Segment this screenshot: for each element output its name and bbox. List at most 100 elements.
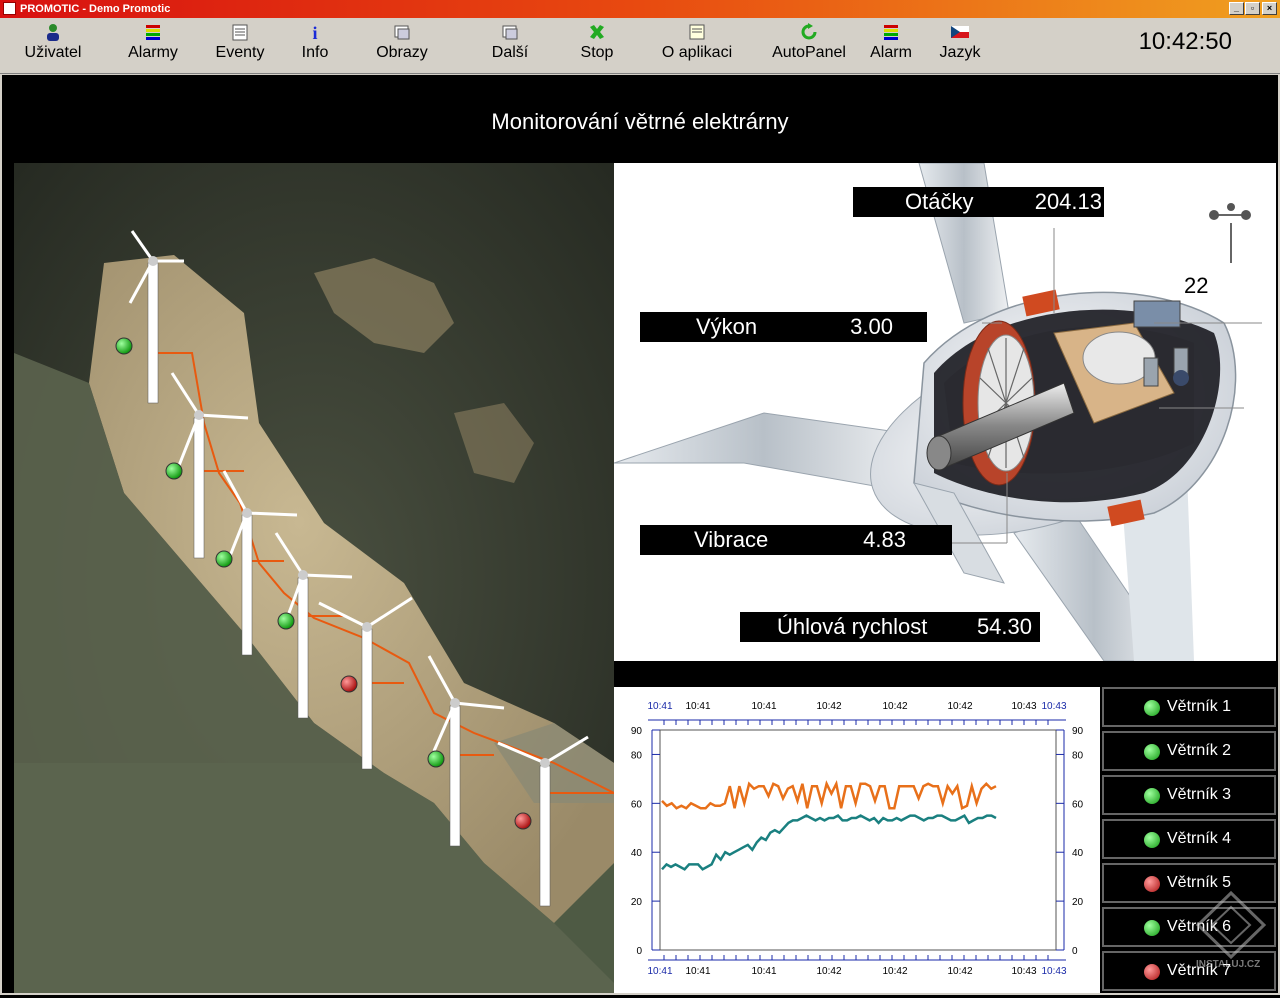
power-readout: Výkon 3.00 bbox=[640, 312, 927, 342]
power-value: 3.00 bbox=[850, 314, 893, 339]
autopanel-icon bbox=[801, 23, 817, 40]
turbine-3-status-light bbox=[215, 550, 233, 568]
screens-button[interactable]: Obrazy bbox=[368, 22, 436, 68]
vibration-value: 4.83 bbox=[863, 527, 906, 552]
czech-flag-icon bbox=[951, 26, 969, 38]
y-tick-label: 80 bbox=[1072, 750, 1084, 761]
user-label: Uživatel bbox=[24, 44, 82, 61]
callout-number: 22 bbox=[1184, 273, 1208, 298]
page-title: Monitorování větrné elektrárny bbox=[491, 109, 789, 134]
next-icon bbox=[502, 25, 518, 40]
turbine-7-indicator bbox=[1144, 964, 1160, 980]
stop-button[interactable]: Stop bbox=[572, 22, 622, 68]
turbine-legend: Větrník 1 Větrník 2 Větrník 3 Větrník 4 … bbox=[1102, 687, 1276, 993]
screens-icon bbox=[394, 25, 410, 40]
turbine-detail-panel: 22 Otáčky 204.13 Výkon 3.00 Vibrace 4.83… bbox=[614, 163, 1276, 661]
turbine-2-status-light bbox=[165, 462, 183, 480]
alarms-button[interactable]: Alarmy bbox=[120, 22, 186, 68]
window-title: PROMOTIC - Demo Promotic bbox=[20, 3, 171, 15]
turbine-6-status-light bbox=[427, 750, 445, 768]
events-icon bbox=[232, 24, 248, 41]
turbine-1-status-light bbox=[115, 337, 133, 355]
turbine-1-indicator bbox=[1144, 700, 1160, 716]
legend-item-turbine-1[interactable]: Větrník 1 bbox=[1102, 687, 1276, 727]
turbine-4-status-light bbox=[277, 612, 295, 630]
info-icon: i bbox=[312, 23, 317, 42]
turbine-4-indicator bbox=[1144, 832, 1160, 848]
x-tick-label: 10:43 bbox=[1041, 701, 1066, 712]
events-label: Eventy bbox=[215, 44, 265, 61]
y-tick-label: 0 bbox=[1072, 946, 1078, 957]
screens-label: Obrazy bbox=[376, 44, 428, 61]
alarms-icon bbox=[146, 25, 160, 40]
stop-icon bbox=[590, 25, 604, 39]
y-tick-label: 20 bbox=[631, 897, 643, 908]
legend-item-turbine-3[interactable]: Větrník 3 bbox=[1102, 775, 1276, 815]
turbine-5-status-light bbox=[340, 675, 358, 693]
autopanel-button[interactable]: AutoPanel bbox=[768, 22, 850, 68]
events-button[interactable]: Eventy bbox=[208, 22, 272, 68]
x-tick-label: 10:42 bbox=[947, 701, 972, 712]
y-tick-label: 90 bbox=[1072, 726, 1084, 737]
autopanel-label: AutoPanel bbox=[772, 44, 846, 61]
x-tick-label: 10:42 bbox=[816, 966, 841, 977]
alarm-button[interactable]: Alarm bbox=[864, 22, 918, 68]
turbine-1-label: Větrník 1 bbox=[1167, 698, 1232, 715]
alarm-label: Alarm bbox=[870, 44, 912, 61]
minimize-button[interactable]: _ bbox=[1229, 2, 1244, 15]
legend-item-turbine-4[interactable]: Větrník 4 bbox=[1102, 819, 1276, 859]
x-tick-label: 10:43 bbox=[1011, 701, 1036, 712]
info-label: Info bbox=[301, 44, 329, 61]
y-tick-label: 40 bbox=[1072, 848, 1084, 859]
user-button[interactable]: Uživatel bbox=[20, 22, 86, 68]
main-view: Monitorování větrné elektrárny 22 Otáčky… bbox=[2, 75, 1278, 993]
watermark-text: INSTALUJ.CZ bbox=[1196, 959, 1261, 970]
trend-chart-svg: 0 0 20 20 40 40 60 60 80 80 90 90 10:41 10:41 10:41 10:… bbox=[631, 701, 1084, 977]
rpm-label: Otáčky bbox=[905, 189, 974, 214]
user-icon bbox=[47, 24, 59, 41]
alarm-icon bbox=[884, 25, 898, 40]
x-tick-label: 10:41 bbox=[751, 701, 776, 712]
x-tick-label: 10:41 bbox=[685, 966, 710, 977]
x-tick-label: 10:41 bbox=[685, 701, 710, 712]
x-tick-label: 10:41 bbox=[751, 966, 776, 977]
turbine-3-label: Větrník 3 bbox=[1167, 786, 1232, 803]
app-icon bbox=[3, 2, 16, 15]
turbine-cutaway-illustration: 22 bbox=[614, 163, 1262, 661]
angular-speed-label: Úhlová rychlost bbox=[777, 614, 928, 639]
clock: 10:42:50 bbox=[1138, 28, 1232, 55]
toolbar: Uživatel Alarmy Eventy i Info Obrazy Dal… bbox=[0, 18, 1280, 74]
x-tick-label: 10:42 bbox=[947, 966, 972, 977]
legend-item-turbine-2[interactable]: Větrník 2 bbox=[1102, 731, 1276, 771]
about-icon bbox=[689, 24, 705, 40]
angular-speed-readout: Úhlová rychlost 54.30 bbox=[740, 612, 1040, 642]
y-tick-label: 60 bbox=[1072, 799, 1084, 810]
about-label: O aplikaci bbox=[661, 44, 733, 61]
application-window: PROMOTIC - Demo Promotic _ ▫ × Uživatel … bbox=[0, 0, 1280, 995]
x-tick-label: 10:43 bbox=[1011, 966, 1036, 977]
angular-speed-value: 54.30 bbox=[976, 614, 1032, 639]
turbine-6-indicator bbox=[1144, 920, 1160, 936]
info-button[interactable]: i Info bbox=[290, 22, 340, 68]
power-label: Výkon bbox=[696, 314, 758, 339]
maximize-button[interactable]: ▫ bbox=[1245, 2, 1260, 15]
x-tick-label: 10:43 bbox=[1041, 966, 1066, 977]
wind-farm-map bbox=[14, 163, 614, 993]
x-tick-label: 10:42 bbox=[882, 701, 907, 712]
title-bar: PROMOTIC - Demo Promotic _ ▫ × bbox=[0, 0, 1280, 18]
turbine-3-indicator bbox=[1144, 788, 1160, 804]
y-tick-label: 90 bbox=[631, 726, 643, 737]
y-tick-label: 80 bbox=[631, 750, 643, 761]
trend-chart: 0 0 20 20 40 40 60 60 80 80 90 90 10:41 10:41 10:41 10:… bbox=[614, 687, 1100, 993]
y-tick-label: 60 bbox=[631, 799, 643, 810]
language-button[interactable]: Jazyk bbox=[934, 22, 986, 68]
turbine-2-indicator bbox=[1144, 744, 1160, 760]
next-label: Další bbox=[491, 44, 529, 61]
y-tick-label: 0 bbox=[636, 946, 642, 957]
about-button[interactable]: O aplikaci bbox=[656, 22, 738, 68]
watermark-logo: INSTALUJ.CZ bbox=[1190, 887, 1272, 977]
next-button[interactable]: Další bbox=[478, 22, 542, 68]
close-button[interactable]: × bbox=[1262, 2, 1277, 15]
language-label: Jazyk bbox=[939, 44, 981, 61]
svg-text:i: i bbox=[312, 23, 317, 42]
